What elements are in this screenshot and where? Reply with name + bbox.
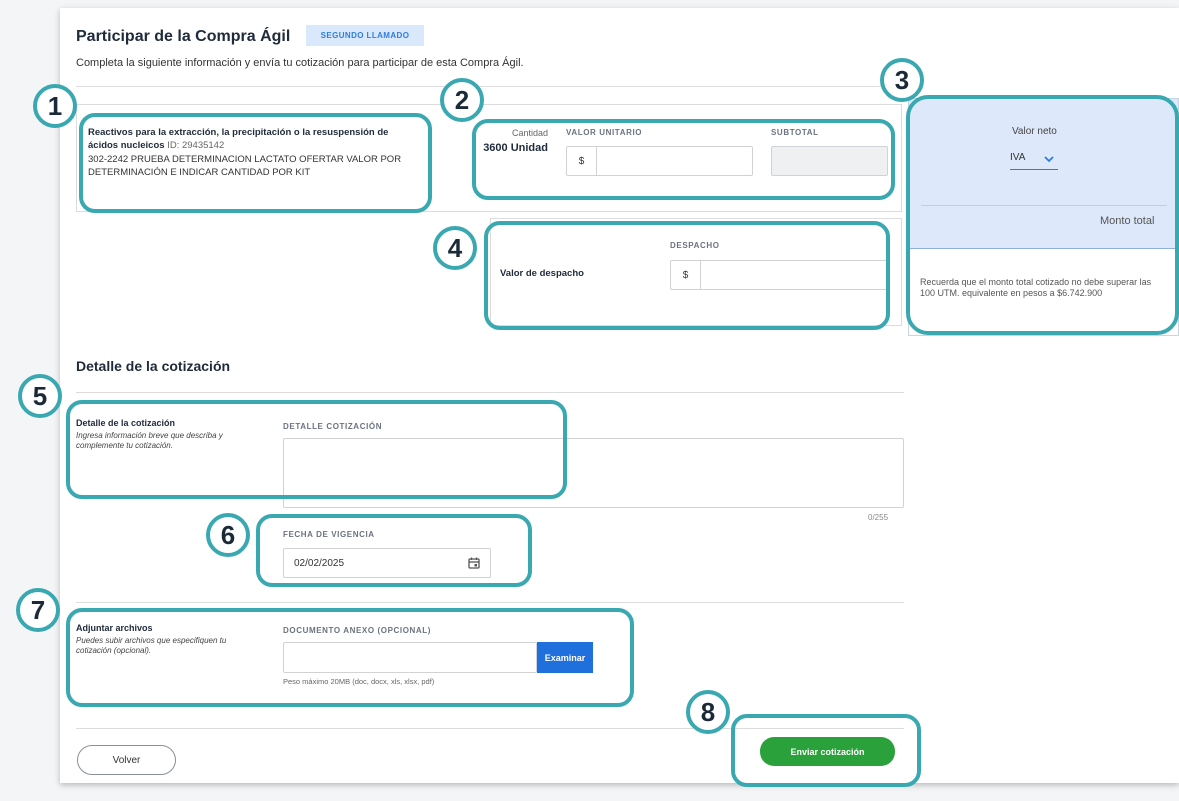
back-button[interactable]: Volver [77, 745, 176, 775]
quote-detail-field-label: DETALLE COTIZACIÓN [283, 422, 383, 431]
callout-4: 4 [433, 226, 477, 270]
browse-button[interactable]: Examinar [537, 642, 593, 673]
summary-divider [909, 248, 1178, 249]
shipping-input[interactable]: $ [670, 260, 888, 290]
validity-field-label: FECHA DE VIGENCIA [283, 530, 375, 539]
attachments-field-label: DOCUMENTO ANEXO (OPCIONAL) [283, 626, 432, 635]
quote-detail-help: Ingresa información breve que describa y… [76, 431, 223, 450]
attachment-file-input[interactable] [283, 642, 537, 673]
currency-prefix: $ [671, 261, 701, 289]
validity-date-input[interactable]: 02/02/2025 [283, 548, 491, 578]
section-title: Detalle de la cotización [76, 358, 231, 374]
divider [76, 602, 904, 603]
unit-value-input[interactable]: $ [566, 146, 753, 176]
validity-date-value: 02/02/2025 [294, 558, 345, 569]
attachments-hint: Peso máximo 20MB (doc, docx, xls, xlsx, … [283, 677, 435, 686]
callout-5: 5 [18, 374, 62, 418]
subtotal-label: SUBTOTAL [771, 128, 819, 137]
tax-select[interactable]: IVA [1010, 152, 1058, 170]
quantity-label: Cantidad [511, 128, 548, 138]
product-description: 302-2242 PRUEBA DETERMINACION LACTATO OF… [88, 154, 402, 178]
page-title: Participar de la Compra Ágil [76, 28, 291, 45]
status-badge: SEGUNDO LLAMADO [306, 25, 424, 46]
attachments-help: Puedes subir archivos que especifiquen t… [76, 636, 227, 655]
quantity-value: 3600 Unidad [483, 142, 548, 154]
callout-1: 1 [33, 84, 77, 128]
currency-prefix: $ [567, 147, 597, 175]
callout-6: 6 [206, 513, 250, 557]
summary-inner-divider [921, 205, 1167, 206]
product-id: ID: 29435142 [167, 140, 225, 151]
attachments-label: Adjuntar archivos [76, 623, 153, 633]
submit-button[interactable]: Enviar cotización [760, 737, 895, 766]
product-info: Reactivos para la extracción, la precipi… [88, 126, 420, 179]
unit-value-label: VALOR UNITARIO [566, 128, 643, 137]
net-value-label: Valor neto [1012, 126, 1057, 137]
tax-select-value: IVA [1010, 152, 1026, 163]
chevron-down-icon [1044, 156, 1054, 163]
char-counter: 0/255 [868, 513, 889, 522]
total-label: Monto total [1100, 215, 1155, 227]
product-name: Reactivos para la extracción, la precipi… [88, 127, 389, 151]
divider [76, 86, 904, 87]
shipping-row-label: Valor de despacho [500, 268, 584, 279]
callout-8: 8 [686, 690, 730, 734]
page-subtitle: Completa la siguiente información y enví… [76, 57, 524, 69]
calendar-icon[interactable] [467, 556, 481, 570]
callout-3: 3 [880, 58, 924, 102]
divider [76, 728, 904, 729]
quote-detail-label: Detalle de la cotización [76, 418, 176, 428]
callout-7: 7 [16, 588, 60, 632]
subtotal-field [771, 146, 888, 176]
divider [76, 392, 904, 393]
callout-2: 2 [440, 78, 484, 122]
summary-note: Recuerda que el monto total cotizado no … [920, 277, 1152, 298]
shipping-field-label: DESPACHO [670, 241, 720, 250]
quote-detail-textarea[interactable] [283, 438, 904, 508]
